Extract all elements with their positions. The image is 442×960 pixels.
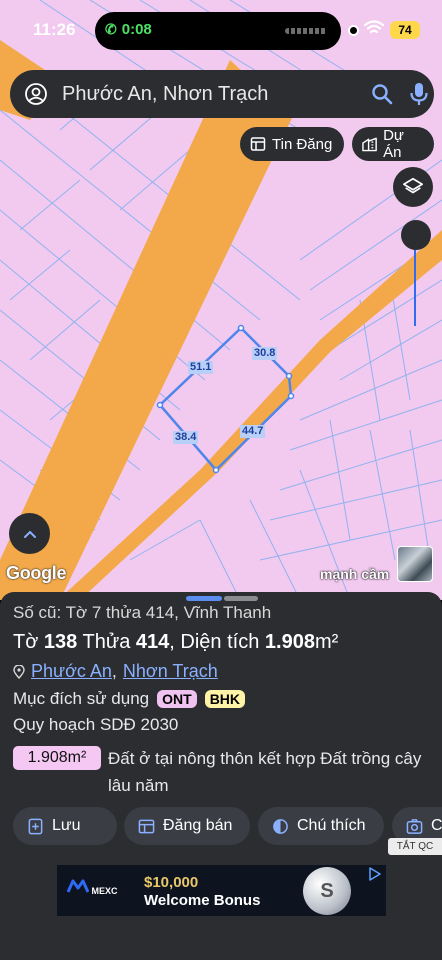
post-for-sale-button[interactable]: Đăng bán — [124, 807, 250, 845]
listing-icon — [138, 819, 155, 833]
account-icon[interactable] — [24, 82, 48, 106]
save-button-label: Lưu — [52, 817, 81, 834]
plan-title: Quy hoạch SDĐ 2030 — [13, 715, 179, 734]
lot-label: Thửa — [82, 631, 131, 653]
wifi-icon — [364, 20, 384, 34]
search-icon[interactable] — [370, 82, 394, 106]
mexc-logo-icon — [66, 879, 90, 893]
sheet-handle[interactable] — [186, 596, 222, 601]
search-query[interactable]: Phước An, Nhơn Trạch — [62, 83, 268, 106]
coin-icon: S — [303, 867, 351, 915]
purpose-label: Mục đích sử dụng — [13, 689, 150, 708]
legend-button-label: Chú thích — [297, 817, 366, 834]
lot-number: 414 — [135, 631, 170, 653]
sheet-number: 138 — [43, 631, 78, 653]
area-unit: m² — [314, 631, 339, 653]
area-badge: 1.908m² — [13, 746, 101, 770]
ad-text: Welcome Bonus — [144, 892, 261, 909]
opacity-slider-track[interactable] — [414, 238, 416, 326]
battery-level: 74 — [390, 21, 420, 39]
location-pin-icon — [13, 664, 25, 679]
parcel-edge-label: 30.8 — [252, 347, 278, 360]
ad-choices-icon[interactable] — [368, 867, 382, 881]
old-reference: Số cũ: Tờ 7 thửa 414, Vĩnh Thanh — [13, 603, 272, 622]
parcel-edge-label: 38.4 — [173, 431, 199, 444]
google-attribution: Google — [6, 563, 67, 583]
action-bar: Lưu Đăng bán Chú thích C — [13, 807, 442, 845]
location-separator: , — [111, 661, 117, 681]
projects-chip-label: Dự Án — [383, 127, 404, 161]
layers-icon — [403, 177, 423, 194]
projects-chip[interactable]: Dự Án — [352, 127, 434, 161]
building-icon — [362, 137, 377, 152]
save-button[interactable]: Lưu — [13, 807, 117, 845]
hide-ads-button[interactable]: TẮT QC — [388, 838, 442, 855]
expand-up-button[interactable] — [9, 513, 50, 554]
search-bar[interactable]: Phước An, Nhơn Trạch — [10, 70, 434, 118]
call-waveform — [285, 28, 327, 34]
district-link[interactable]: Nhơn Trạch — [123, 661, 218, 682]
opacity-slider-handle[interactable] — [401, 220, 431, 250]
land-use-purpose: Mục đích sử dụng ONT BHK — [13, 689, 246, 709]
news-chip[interactable]: Tin Đăng — [240, 127, 344, 161]
bookmark-add-icon — [28, 818, 43, 834]
camera-button-label: C — [431, 817, 442, 834]
call-duration: 0:08 — [121, 21, 152, 38]
ad-amount: $10,000 — [144, 874, 199, 891]
call-indicator: ✆ 0:08 — [105, 21, 152, 38]
status-bar: 11:26 ✆ 0:08 74 — [0, 0, 442, 60]
ad-brand: MEXC — [66, 879, 118, 896]
phone-icon: ✆ — [105, 21, 117, 37]
camera-add-icon — [406, 818, 423, 834]
ad-brand-name: MEXC — [91, 886, 118, 896]
parcel-summary: Tờ 138 Thửa 414, Diện tích 1.908m² — [13, 631, 338, 654]
area-label: , Diện tích — [169, 631, 260, 653]
parcel-details-sheet[interactable]: Số cũ: Tờ 7 thửa 414, Vĩnh Thanh Tờ 138 … — [0, 592, 442, 960]
land-description: Đất ở tại nông thôn kết hợp Đất trồng câ… — [108, 749, 422, 795]
land-code-badge[interactable]: ONT — [157, 690, 197, 708]
listing-icon — [250, 137, 266, 151]
contrast-icon — [273, 818, 288, 834]
sheet-label: Tờ — [13, 631, 39, 653]
land-code-badge[interactable]: BHK — [204, 690, 246, 708]
mic-icon[interactable] — [408, 81, 430, 107]
parcel-edge-label: 44.7 — [240, 425, 266, 438]
street-view-thumbnail[interactable] — [397, 546, 433, 582]
clock: 11:26 — [33, 20, 76, 39]
dynamic-island[interactable]: ✆ 0:08 — [95, 12, 341, 50]
post-button-label: Đăng bán — [163, 817, 233, 834]
sheet-handle[interactable] — [224, 596, 258, 601]
news-chip-label: Tin Đăng — [272, 135, 333, 153]
ward-link[interactable]: Phước An — [31, 661, 112, 682]
ad-banner[interactable]: MEXC $10,000 Welcome Bonus S — [57, 865, 386, 916]
parcel-location: Phước An, Nhơn Trạch — [13, 661, 218, 682]
legend-button[interactable]: Chú thích — [258, 807, 384, 845]
area-value: 1.908 — [264, 631, 315, 653]
chevron-up-icon — [23, 530, 36, 538]
recording-icon — [348, 25, 359, 36]
photo-owner-name[interactable]: mạnh cầm — [320, 566, 389, 582]
layers-button[interactable] — [393, 167, 433, 207]
parcel-edge-label: 51.1 — [188, 361, 214, 374]
